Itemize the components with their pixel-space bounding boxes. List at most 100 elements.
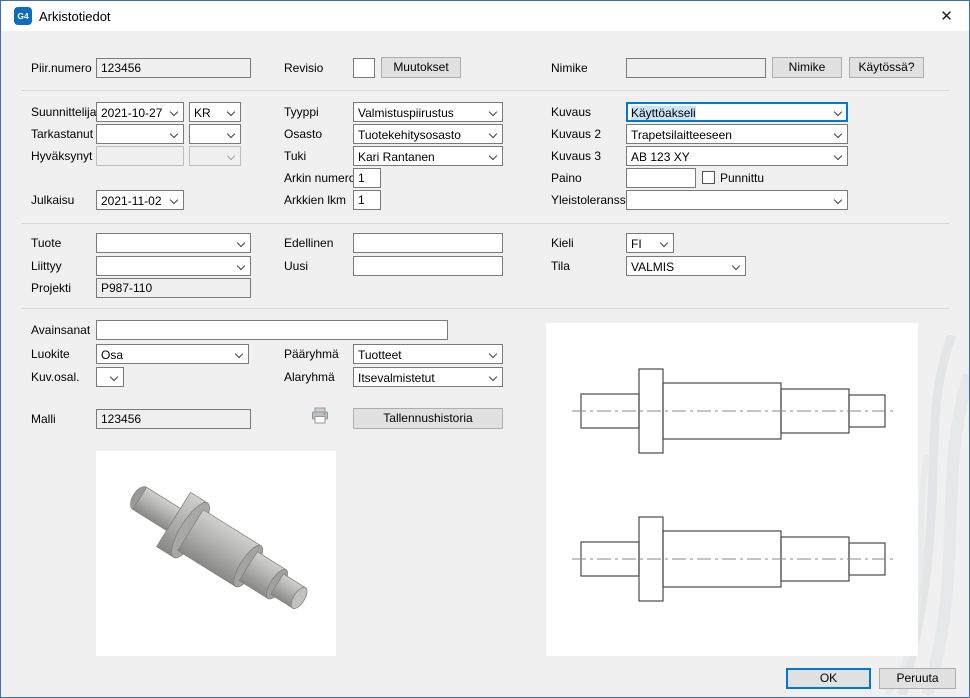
chevron-down-icon <box>834 107 842 115</box>
osasto-label: Osasto <box>284 124 322 144</box>
alaryhma-select[interactable]: Itsevalmistetut <box>353 367 503 387</box>
tuote-label: Tuote <box>31 233 61 253</box>
arkin-numero-field[interactable]: 1 <box>353 168 381 188</box>
chevron-down-icon <box>170 107 178 115</box>
uusi-label: Uusi <box>284 256 308 276</box>
tuki-select[interactable]: Kari Rantanen <box>353 146 503 166</box>
luokite-label: Luokite <box>31 344 70 364</box>
piir-numero-label: Piir.numero <box>31 58 92 78</box>
close-icon[interactable]: ✕ <box>924 1 969 31</box>
tuote-select[interactable] <box>96 233 251 253</box>
tila-select[interactable]: VALMIS <box>626 256 746 276</box>
muutokset-button[interactable]: Muutokset <box>381 57 461 78</box>
chevron-down-icon <box>834 129 842 137</box>
paaryhma-select[interactable]: Tuotteet <box>353 344 503 364</box>
tarkastanut-label: Tarkastanut <box>31 124 93 144</box>
model-3d-preview <box>96 451 336 656</box>
chevron-down-icon <box>170 129 178 137</box>
separator <box>21 90 949 91</box>
nimike-field[interactable] <box>626 58 766 78</box>
edellinen-label: Edellinen <box>284 233 333 253</box>
chevron-down-icon <box>834 195 842 203</box>
tallennushistoria-button[interactable]: Tallennushistoria <box>353 408 503 429</box>
separator <box>21 223 949 224</box>
chevron-down-icon <box>237 261 245 269</box>
shaft-3d-render <box>96 451 336 656</box>
paino-field[interactable] <box>626 168 696 188</box>
printer-icon[interactable] <box>311 407 329 429</box>
osasto-select[interactable]: Tuotekehitysosasto <box>353 124 503 144</box>
ok-button[interactable]: OK <box>786 668 871 689</box>
hyvaksynyt-label: Hyväksynyt <box>31 146 92 166</box>
suunnittelija-initials-select[interactable]: KR <box>189 102 241 122</box>
yleistoleranssi-label: Yleistoleranssi <box>551 190 628 210</box>
peruuta-button[interactable]: Peruuta <box>879 668 956 689</box>
kuv-osal-select[interactable] <box>96 367 124 387</box>
chevron-down-icon <box>227 107 235 115</box>
chevron-down-icon <box>489 107 497 115</box>
revisio-field[interactable] <box>353 58 375 78</box>
malli-label: Malli <box>31 409 56 429</box>
tarkastanut-initials-select[interactable] <box>189 124 241 144</box>
paaryhma-label: Pääryhmä <box>284 344 339 364</box>
projekti-label: Projekti <box>31 278 71 298</box>
paino-label: Paino <box>551 168 582 188</box>
kuvaus-label: Kuvaus <box>551 102 591 122</box>
chevron-down-icon <box>489 129 497 137</box>
projekti-field[interactable]: P987-110 <box>96 278 251 298</box>
titlebar: G4 Arkistotiedot ✕ <box>1 1 969 31</box>
uusi-field[interactable] <box>353 256 503 276</box>
chevron-down-icon <box>489 372 497 380</box>
window-title: Arkistotiedot <box>39 9 111 24</box>
chevron-down-icon <box>834 151 842 159</box>
nimike-button[interactable]: Nimike <box>772 57 842 78</box>
chevron-down-icon <box>110 372 118 380</box>
chevron-down-icon <box>489 349 497 357</box>
chevron-down-icon <box>660 238 668 246</box>
suunnittelija-label: Suunnittelija <box>31 102 96 122</box>
kaytossa-button[interactable]: Käytössä? <box>849 57 924 78</box>
piir-numero-field[interactable]: 123456 <box>96 58 251 78</box>
kuvaus2-select[interactable]: Trapetsilaitteeseen <box>626 124 848 144</box>
arkkien-lkm-field[interactable]: 1 <box>353 190 381 210</box>
edellinen-field[interactable] <box>353 233 503 253</box>
tyyppi-select[interactable]: Valmistuspiirustus <box>353 102 503 122</box>
nimike-label: Nimike <box>551 58 588 78</box>
kuvaus3-select[interactable]: AB 123 XY <box>626 146 848 166</box>
chevron-down-icon <box>227 129 235 137</box>
punnittu-checkbox[interactable] <box>702 171 715 184</box>
arkistotiedot-dialog: G4 Arkistotiedot ✕ Piir.numero 123456 Re… <box>0 0 970 698</box>
chevron-down-icon <box>235 349 243 357</box>
avainsanat-label: Avainsanat <box>31 320 90 340</box>
tarkastanut-date-select[interactable] <box>96 124 184 144</box>
kuv-osal-label: Kuv.osal. <box>31 367 79 387</box>
kuvaus3-label: Kuvaus 3 <box>551 146 601 166</box>
suunnittelija-date-select[interactable]: 2021-10-27 <box>96 102 184 122</box>
punnittu-label: Punnittu <box>720 168 764 188</box>
liittyy-select[interactable] <box>96 256 251 276</box>
malli-field[interactable]: 123456 <box>96 409 251 429</box>
julkaisu-date-select[interactable]: 2021-11-02 <box>96 190 184 210</box>
kieli-label: Kieli <box>551 233 574 253</box>
tuki-label: Tuki <box>284 146 306 166</box>
kieli-select[interactable]: FI <box>626 233 674 253</box>
alaryhma-label: Alaryhmä <box>284 367 335 387</box>
kuvaus-select[interactable]: Käyttöakseli <box>626 102 848 122</box>
chevron-down-icon <box>489 151 497 159</box>
kuvaus2-label: Kuvaus 2 <box>551 124 601 144</box>
avainsanat-field[interactable] <box>96 320 448 340</box>
chevron-down-icon <box>227 151 235 159</box>
tyyppi-label: Tyyppi <box>284 102 319 122</box>
luokite-select[interactable]: Osa <box>96 344 249 364</box>
hyvaksynyt-initials-select <box>189 146 241 166</box>
hyvaksynyt-date-field <box>96 146 184 166</box>
yleistoleranssi-select[interactable] <box>626 190 848 210</box>
chevron-down-icon <box>732 261 740 269</box>
arkin-numero-label: Arkin numero <box>284 168 355 188</box>
app-icon: G4 <box>14 7 32 25</box>
liittyy-label: Liittyy <box>31 256 62 276</box>
arkkien-lkm-label: Arkkien lkm <box>284 190 346 210</box>
tila-label: Tila <box>551 256 570 276</box>
julkaisu-label: Julkaisu <box>31 190 74 210</box>
drawing-2d-preview <box>546 323 918 656</box>
